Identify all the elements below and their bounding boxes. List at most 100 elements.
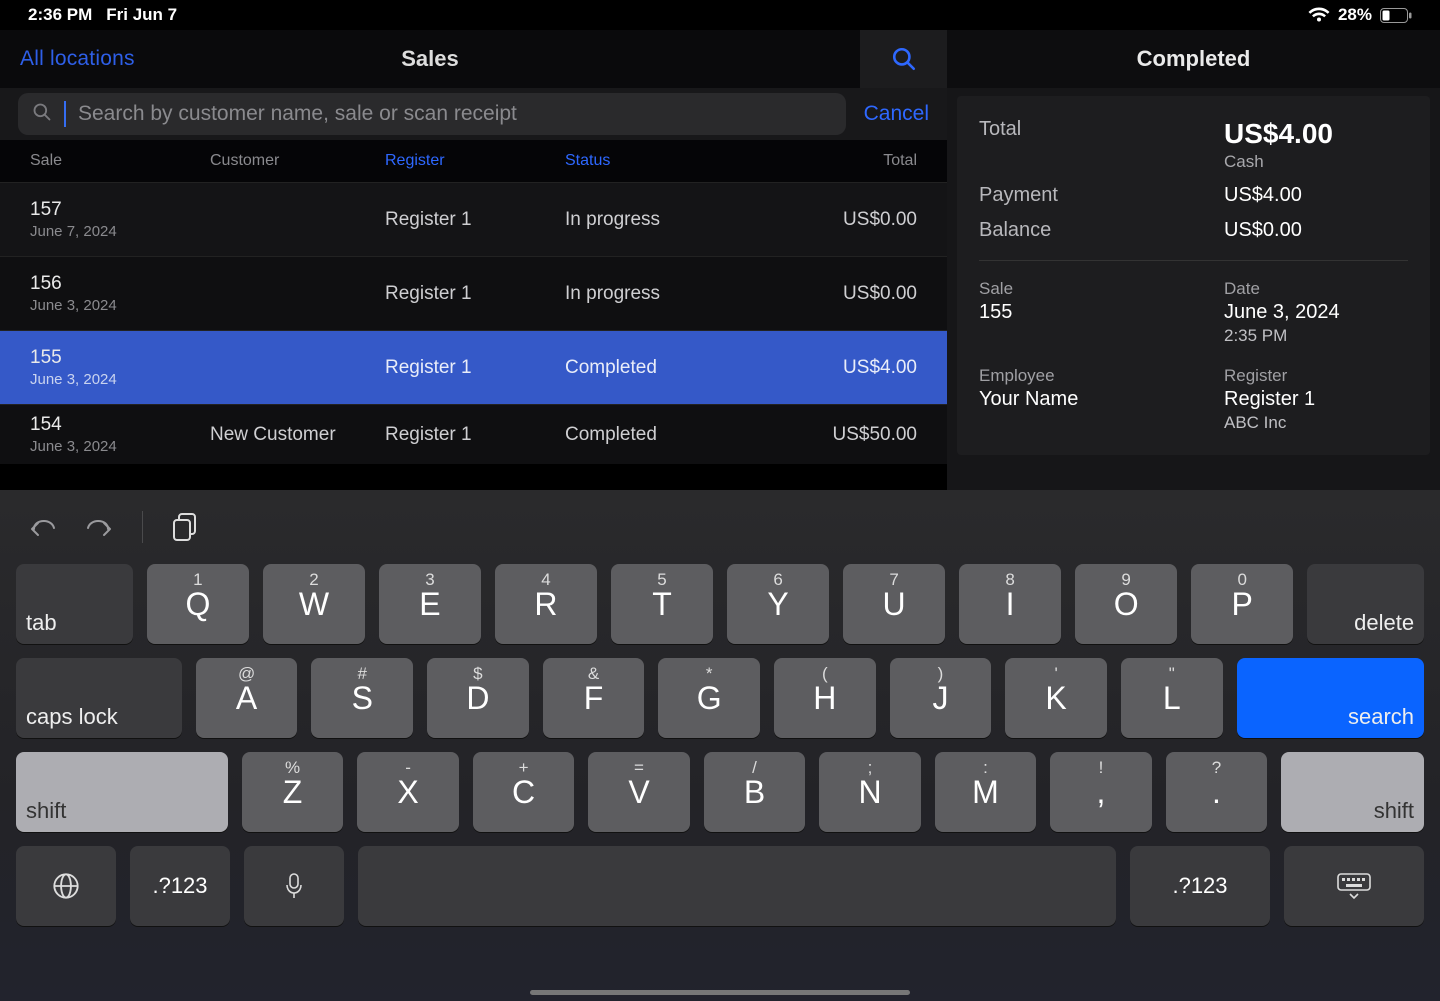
key-a[interactable]: @A <box>196 658 298 738</box>
sale-id: 154 <box>30 414 210 436</box>
table-row[interactable]: 156 June 3, 2024 Register 1 In progress … <box>0 256 947 330</box>
col-register[interactable]: Register <box>385 152 565 170</box>
sale-id: 155 <box>30 347 210 369</box>
key-s[interactable]: #S <box>311 658 413 738</box>
key-r[interactable]: 4R <box>495 564 597 644</box>
table-row[interactable]: 157 June 7, 2024 Register 1 In progress … <box>0 182 947 256</box>
key-w[interactable]: 2W <box>263 564 365 644</box>
key-globe[interactable] <box>16 846 116 926</box>
wifi-icon <box>1308 7 1330 23</box>
key-l[interactable]: "L <box>1121 658 1223 738</box>
home-indicator[interactable] <box>530 990 910 995</box>
key-n[interactable]: ;N <box>819 752 920 832</box>
table-header: Sale Customer Register Status Total <box>0 140 947 182</box>
locations-link[interactable]: All locations <box>20 47 135 71</box>
cancel-button[interactable]: Cancel <box>864 102 929 126</box>
key-period[interactable]: ?. <box>1166 752 1267 832</box>
key-k[interactable]: 'K <box>1005 658 1107 738</box>
key-p[interactable]: 0P <box>1191 564 1293 644</box>
sale-id: 157 <box>30 199 210 221</box>
sales-pane: All locations Sales Cancel Sale Customer… <box>0 30 947 490</box>
key-dismiss-keyboard[interactable] <box>1284 846 1424 926</box>
key-shift-left[interactable]: shift <box>16 752 228 832</box>
key-shift-right[interactable]: shift <box>1281 752 1424 832</box>
keyboard-icon <box>1336 872 1372 900</box>
total-label: Total <box>979 118 1224 141</box>
sale-date: June 3, 2024 <box>30 371 210 388</box>
key-comma[interactable]: !, <box>1050 752 1151 832</box>
status-bar: 2:36 PM Fri Jun 7 28% <box>0 0 1440 30</box>
key-x[interactable]: -X <box>357 752 458 832</box>
sale-date: June 7, 2024 <box>30 223 210 240</box>
divider <box>979 260 1408 261</box>
col-total[interactable]: Total <box>785 152 917 170</box>
key-h[interactable]: (H <box>774 658 876 738</box>
key-delete[interactable]: delete <box>1307 564 1424 644</box>
sale-register: Register 1 <box>385 424 565 446</box>
register-label: Register <box>1224 366 1315 386</box>
search-input[interactable] <box>78 102 832 126</box>
search-field[interactable] <box>18 93 846 135</box>
table-row-selected[interactable]: 155 June 3, 2024 Register 1 Completed US… <box>0 330 947 404</box>
search-icon <box>32 102 52 127</box>
payment-label: Payment <box>979 184 1224 207</box>
clipboard-icon[interactable] <box>171 512 199 542</box>
key-symbols-right[interactable]: .?123 <box>1130 846 1270 926</box>
keyboard-row-2: caps lock @A #S $D &F *G (H )J 'K "L sea… <box>16 658 1424 738</box>
col-sale[interactable]: Sale <box>30 152 210 170</box>
col-customer[interactable]: Customer <box>210 152 385 170</box>
key-tab[interactable]: tab <box>16 564 133 644</box>
key-o[interactable]: 9O <box>1075 564 1177 644</box>
search-icon <box>891 46 917 72</box>
key-space[interactable] <box>358 846 1116 926</box>
key-capslock[interactable]: caps lock <box>16 658 182 738</box>
sale-register: Register 1 <box>385 209 565 231</box>
key-d[interactable]: $D <box>427 658 529 738</box>
balance-amount: US$0.00 <box>1224 219 1302 242</box>
register-value: Register 1 <box>1224 388 1315 411</box>
key-q[interactable]: 1Q <box>147 564 249 644</box>
sale-customer: New Customer <box>210 424 385 446</box>
key-t[interactable]: 5T <box>611 564 713 644</box>
sale-total: US$0.00 <box>785 209 917 231</box>
keyboard: tab 1Q 2W 3E 4R 5T 6Y 7U 8I 9O 0P delete… <box>0 490 1440 1001</box>
battery-percent: 28% <box>1338 5 1372 25</box>
status-time: 2:36 PM <box>28 5 92 25</box>
key-v[interactable]: =V <box>588 752 689 832</box>
key-z[interactable]: %Z <box>242 752 343 832</box>
battery-icon <box>1380 8 1412 23</box>
undo-icon[interactable] <box>28 515 58 539</box>
search-button[interactable] <box>860 30 947 88</box>
employee-value: Your Name <box>979 388 1224 411</box>
col-status[interactable]: Status <box>565 152 785 170</box>
key-e[interactable]: 3E <box>379 564 481 644</box>
company: ABC Inc <box>1224 413 1315 433</box>
table-row[interactable]: 154 June 3, 2024 New Customer Register 1… <box>0 404 947 464</box>
key-f[interactable]: &F <box>543 658 645 738</box>
key-symbols-left[interactable]: .?123 <box>130 846 230 926</box>
key-j[interactable]: )J <box>890 658 992 738</box>
key-u[interactable]: 7U <box>843 564 945 644</box>
key-m[interactable]: :M <box>935 752 1036 832</box>
key-mic[interactable] <box>244 846 344 926</box>
sale-total: US$4.00 <box>785 357 917 379</box>
sale-status: Completed <box>565 424 785 446</box>
key-g[interactable]: *G <box>658 658 760 738</box>
sale-date: June 3, 2024 <box>30 297 210 314</box>
text-cursor <box>64 101 66 127</box>
keyboard-toolbar <box>0 496 1440 558</box>
mic-icon <box>284 872 304 900</box>
keyboard-row-4: .?123 .?123 <box>16 846 1424 926</box>
redo-icon[interactable] <box>84 515 114 539</box>
balance-label: Balance <box>979 219 1224 242</box>
key-y[interactable]: 6Y <box>727 564 829 644</box>
sale-register: Register 1 <box>385 283 565 305</box>
date-value: June 3, 2024 <box>1224 301 1340 324</box>
key-search[interactable]: search <box>1237 658 1424 738</box>
key-b[interactable]: /B <box>704 752 805 832</box>
date-time: 2:35 PM <box>1224 326 1340 346</box>
key-i[interactable]: 8I <box>959 564 1061 644</box>
key-c[interactable]: +C <box>473 752 574 832</box>
sale-status: Completed <box>565 357 785 379</box>
employee-label: Employee <box>979 366 1224 386</box>
